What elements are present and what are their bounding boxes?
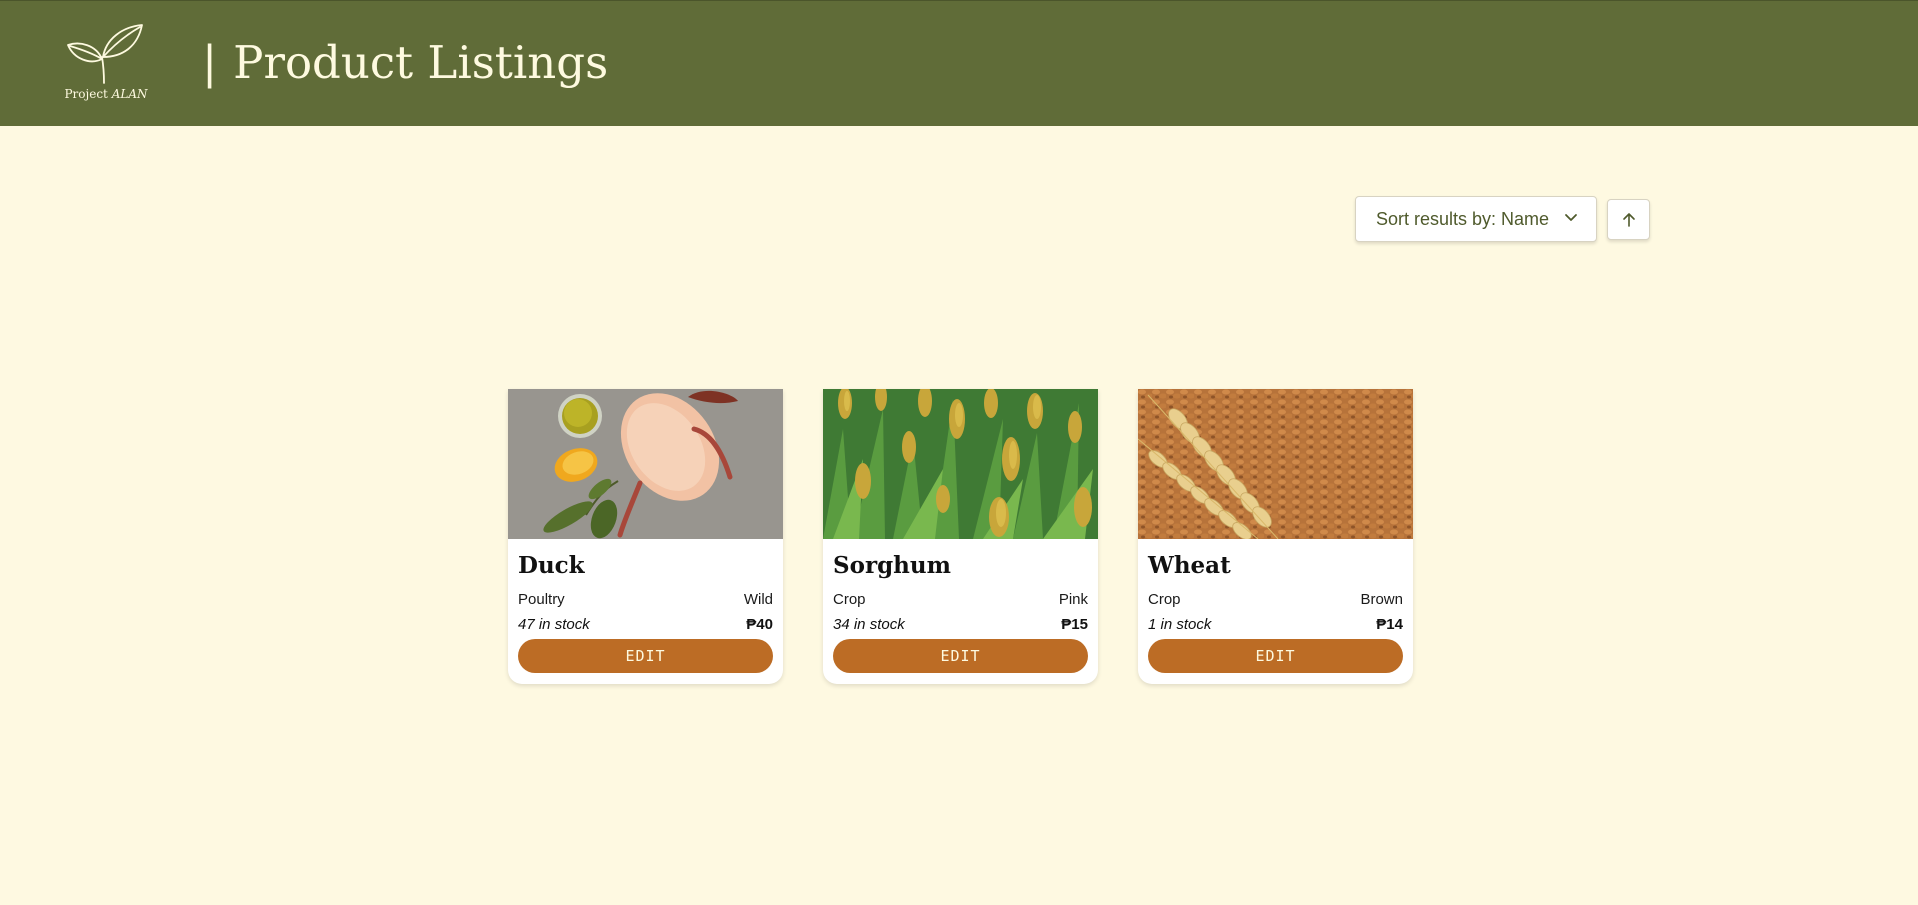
duck-image [508,389,783,539]
sort-direction-button[interactable] [1607,199,1650,240]
product-variety: Pink [1058,591,1088,608]
product-stock: 34 in stock [833,616,905,633]
app-header: Project ALAN | Product Listings [0,0,1918,126]
product-category: Poultry [518,591,565,608]
product-card: Wheat Crop Brown 1 in stock ₱14 EDIT [1138,389,1413,684]
wheat-image [1138,389,1413,539]
page-title-text: Product Listings [233,36,609,89]
product-category: Crop [1148,591,1181,608]
sprout-icon [67,24,143,84]
edit-button[interactable]: EDIT [833,639,1088,673]
product-price: ₱15 [1061,616,1088,633]
title-separator: | [202,36,218,89]
logo-text-italic: ALAN [111,87,148,101]
arrow-up-icon [1623,213,1635,227]
product-card: Sorghum Crop Pink 34 in stock ₱15 EDIT [823,389,1098,684]
product-stock: 47 in stock [518,616,590,633]
edit-button[interactable]: EDIT [1148,639,1403,673]
chevron-down-icon [1565,214,1577,221]
product-category: Crop [833,591,866,608]
product-name: Sorghum [833,552,951,579]
product-price: ₱40 [746,616,773,633]
product-variety: Wild [743,591,773,608]
product-name: Duck [518,552,585,579]
sort-dropdown-label: Sort results by: Name [1376,208,1550,229]
product-stock: 1 in stock [1148,616,1212,633]
sort-dropdown[interactable]: Sort results by: Name [1355,196,1597,242]
product-variety: Brown [1360,591,1403,608]
logo-text-plain: Project [64,87,108,101]
page-title: | Product Listings [202,35,608,91]
product-price: ₱14 [1376,616,1403,633]
sorghum-image [823,389,1098,539]
logo-text: Project ALAN [56,87,156,101]
product-card: Duck Poultry Wild 47 in stock ₱40 EDIT [508,389,783,684]
product-name: Wheat [1148,552,1231,579]
edit-button[interactable]: EDIT [518,639,773,673]
project-logo[interactable]: Project ALAN [56,19,156,109]
